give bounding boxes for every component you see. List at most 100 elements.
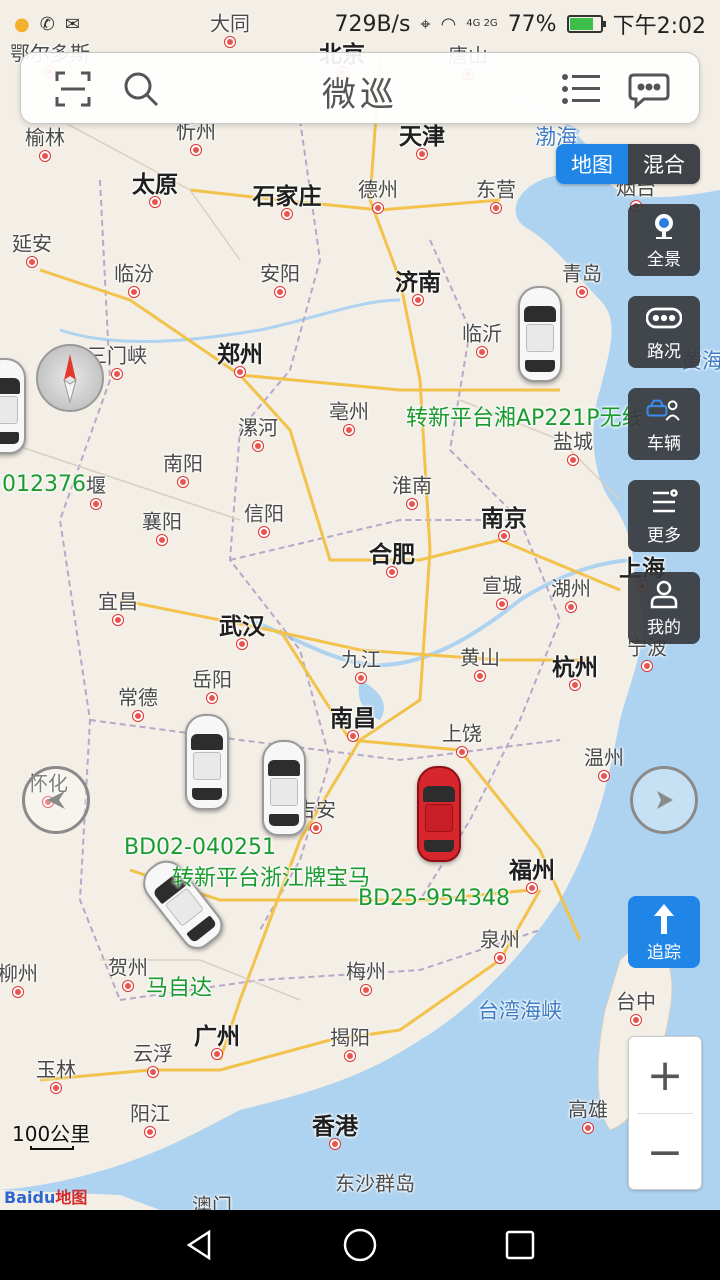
city-dot <box>599 771 609 781</box>
city-dot <box>566 602 576 612</box>
vehicle-label[interactable]: 转新平台浙江牌宝马 <box>172 860 370 892</box>
battery-percent: 77% <box>507 11 557 37</box>
zoom-out-button[interactable]: − <box>629 1114 701 1190</box>
city-label: 宣城 <box>482 573 522 598</box>
city-dot <box>387 567 397 577</box>
baidu-map-logo: Baidu地图 <box>4 1188 88 1207</box>
more-button[interactable]: 更多 <box>628 480 700 552</box>
city-dot <box>577 287 587 297</box>
city-dot <box>145 1127 155 1137</box>
vehicle-label[interactable]: 转新平台湘AP221P无线 <box>406 400 644 432</box>
system-nav-bar <box>0 1210 720 1280</box>
zoom-in-button[interactable]: + <box>629 1037 701 1113</box>
city-dot <box>570 680 580 690</box>
city-dot <box>275 287 285 297</box>
city-dot <box>356 673 366 683</box>
vehicle-marker[interactable] <box>262 740 306 836</box>
city-dot <box>112 369 122 379</box>
city-dot <box>499 531 509 541</box>
city-label: 延安 <box>12 231 52 256</box>
city-label: 济南 <box>395 270 441 296</box>
compass-icon[interactable] <box>36 344 104 412</box>
vehicle-label[interactable]: BD02-040251 <box>124 835 276 860</box>
next-vehicle-button[interactable] <box>630 766 698 834</box>
list-button[interactable] <box>555 63 607 115</box>
city-dot <box>345 1051 355 1061</box>
message-button[interactable] <box>623 63 675 115</box>
city-dot <box>191 145 201 155</box>
city-dot <box>477 347 487 357</box>
sea-label: 台湾海峡 <box>478 999 562 1023</box>
top-bar: 微巡 <box>20 52 700 124</box>
vehicle-marker[interactable] <box>185 714 229 810</box>
city-dot <box>13 987 23 997</box>
city-dot <box>157 535 167 545</box>
city-label: 广州 <box>194 1024 240 1050</box>
city-label: 襄阳 <box>142 509 182 534</box>
city-dot <box>344 425 354 435</box>
wifi-icon: ◠ <box>440 13 457 35</box>
city-label: 南京 <box>481 506 527 532</box>
city-label: 台中 <box>616 989 656 1014</box>
city-dot <box>475 671 485 681</box>
home-button[interactable] <box>330 1215 390 1275</box>
more-icon <box>653 488 678 512</box>
city-label: 堰 <box>86 473 106 498</box>
track-button[interactable]: 追踪 <box>628 896 700 968</box>
city-label: 泉州 <box>480 927 520 952</box>
city-dot <box>150 197 160 207</box>
vehicle-button[interactable]: 车辆 <box>628 388 700 460</box>
vehicle-marker[interactable] <box>518 286 562 382</box>
city-dot <box>51 1083 61 1093</box>
track-label: 追踪 <box>647 942 681 963</box>
city-dot <box>361 985 371 995</box>
city-label: 东营 <box>476 177 516 202</box>
vehicle-label[interactable]: 马自达 <box>146 970 212 1002</box>
city-dot <box>407 499 417 509</box>
previous-vehicle-button[interactable] <box>22 766 90 834</box>
back-button[interactable] <box>170 1215 230 1275</box>
city-label: 榆林 <box>25 125 65 150</box>
signal-icon: 4G 2G <box>466 18 498 29</box>
vehicle-label[interactable]: 012376 <box>2 472 86 497</box>
recents-button[interactable] <box>490 1215 550 1275</box>
vehicle-label-button: 车辆 <box>647 433 681 454</box>
map-type-hybrid[interactable]: 混合 <box>628 144 700 184</box>
city-label: 南昌 <box>330 706 376 732</box>
city-dot <box>123 981 133 991</box>
network-speed: 729B/s <box>334 11 411 37</box>
city-dot <box>413 295 423 305</box>
city-label: 常德 <box>118 685 158 710</box>
city-dot <box>148 1067 158 1077</box>
recents-icon <box>505 1230 535 1260</box>
city-label: 青岛 <box>562 261 602 286</box>
zoom-control: + − <box>628 1036 702 1190</box>
traffic-label: 路况 <box>647 341 681 362</box>
city-dot <box>91 499 101 509</box>
city-label: 黄山 <box>460 645 500 670</box>
vehicle-marker[interactable] <box>0 358 26 454</box>
traffic-button[interactable]: 路况 <box>628 296 700 368</box>
city-label: 淮南 <box>392 473 432 498</box>
map-type-standard[interactable]: 地图 <box>556 144 628 184</box>
panorama-button[interactable]: 全景 <box>628 204 700 276</box>
wechat-icon: ✉ <box>64 13 80 35</box>
city-label: 柳州 <box>0 961 38 986</box>
city-label: 石家庄 <box>252 184 322 210</box>
panorama-label: 全景 <box>647 249 681 270</box>
city-label: 澳门 <box>192 1193 232 1211</box>
city-label: 武汉 <box>219 614 265 640</box>
city-label: 玉林 <box>36 1057 76 1082</box>
city-label: 九江 <box>341 647 381 672</box>
city-label: 温州 <box>584 745 624 770</box>
vehicle-marker-selected[interactable] <box>417 766 461 862</box>
profile-button[interactable]: 我的 <box>628 572 700 644</box>
city-dot <box>253 441 263 451</box>
city-dot <box>495 953 505 963</box>
city-dot <box>348 731 358 741</box>
city-dot <box>129 287 139 297</box>
city-dot <box>27 257 37 267</box>
vehicle-label[interactable]: BD25-954348 <box>358 886 510 911</box>
city-label: 亳州 <box>329 399 369 424</box>
city-dot <box>133 711 143 721</box>
